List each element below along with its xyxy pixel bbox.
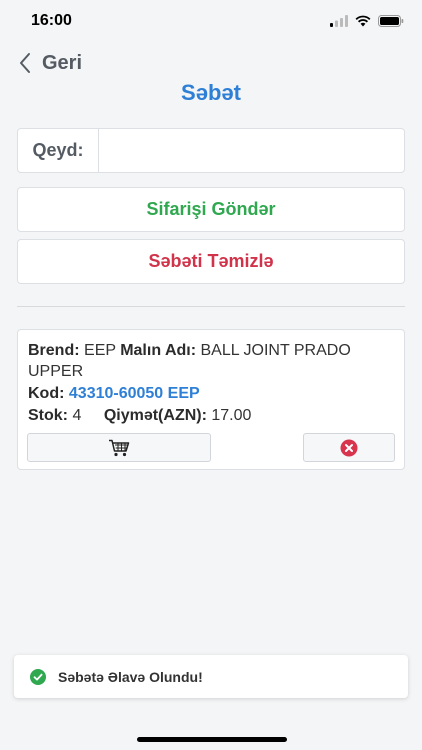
- brand-value: EEP: [84, 342, 116, 359]
- status-bar: 16:00: [0, 0, 422, 44]
- toast-message: Səbətə Əlavə Olundu!: [58, 668, 203, 685]
- note-field: Qeyd:: [17, 128, 405, 173]
- remove-item-button[interactable]: [303, 433, 395, 462]
- status-icons: [330, 14, 404, 28]
- price-label: Qiymət(AZN):: [103, 407, 207, 424]
- check-circle-icon: [30, 668, 46, 685]
- status-time: 16:00: [31, 12, 72, 29]
- toast-notification: Səbətə Əlavə Olundu!: [14, 655, 408, 698]
- add-to-cart-button[interactable]: [27, 433, 211, 462]
- page-title: Səbət: [181, 80, 241, 105]
- brand-label: Brend:: [28, 342, 80, 359]
- note-input[interactable]: [99, 129, 404, 172]
- item-brand-name-line: Brend: EEP Malın Adı: BALL JOINT PRADO U…: [28, 340, 394, 382]
- back-label: Geri: [42, 51, 83, 74]
- remove-circle-icon: [340, 439, 358, 456]
- cart-icon: [109, 439, 130, 456]
- wifi-icon: [355, 15, 371, 27]
- cart-item-card: Brend: EEP Malın Adı: BALL JOINT PRADO U…: [17, 329, 405, 470]
- battery-icon: [378, 15, 404, 27]
- code-label: Kod:: [28, 385, 65, 402]
- price-value: 17.00: [211, 407, 252, 424]
- code-value: 43310-60050 EEP: [68, 385, 200, 402]
- back-button[interactable]: Geri: [18, 48, 82, 78]
- stock-value: 4: [72, 407, 82, 424]
- clear-cart-button[interactable]: Səbəti Təmizlə: [17, 239, 405, 284]
- divider: [17, 306, 405, 307]
- item-code-line: Kod: 43310-60050 EEP: [28, 383, 394, 404]
- chevron-left-icon: [20, 53, 30, 73]
- home-indicator: [137, 737, 287, 742]
- note-label: Qeyd:: [18, 129, 99, 172]
- signal-icon: [330, 15, 348, 27]
- name-label: Malın Adı:: [120, 342, 197, 359]
- send-order-button[interactable]: Sifarişi Göndər: [17, 187, 405, 232]
- stock-label: Stok:: [28, 407, 68, 424]
- item-stock-price-line: Stok: 4 Qiymət(AZN): 17.00: [28, 405, 394, 426]
